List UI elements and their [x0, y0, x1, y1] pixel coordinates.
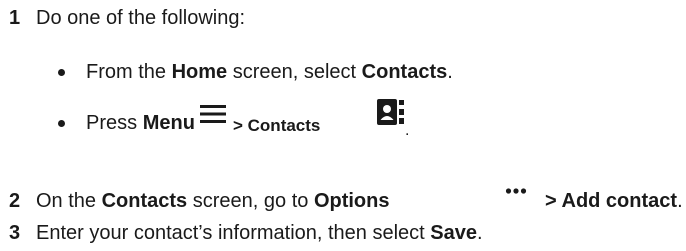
step-number: 2	[9, 190, 21, 212]
add-contact-label: > Add contact.	[545, 190, 683, 212]
step-number: 1	[9, 7, 21, 29]
step-text: Do one of the following:	[36, 7, 246, 29]
contacts-icon	[377, 98, 405, 131]
bullet-icon	[58, 120, 65, 127]
bullet-icon	[58, 69, 65, 76]
menu-icon	[200, 104, 226, 129]
instructions-document: 1 Do one of the following: From the Home…	[9, 7, 683, 244]
step-number: 3	[9, 222, 21, 244]
period: .	[405, 122, 410, 139]
contacts-label: > Contacts	[233, 116, 321, 135]
more-options-icon	[505, 182, 527, 200]
